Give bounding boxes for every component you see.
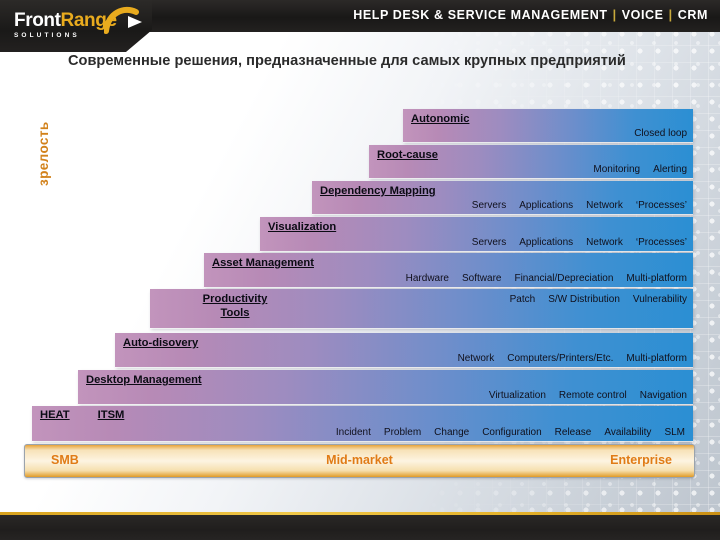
market-segment-band[interactable]: SMB Mid-market Enterprise — [24, 444, 695, 478]
bar-autonomic[interactable]: Autonomic Closed loop — [403, 109, 693, 142]
label-heat[interactable]: HEAT — [40, 409, 70, 421]
bar-title: Autonomic — [411, 113, 470, 125]
bar-items: Servers Applications Network ‘Processes’ — [471, 200, 687, 211]
bar-items: Servers Applications Network ‘Processes’ — [471, 237, 687, 248]
bar-left-labels: HEAT ITSM — [40, 409, 124, 421]
bar-title: Asset Management — [212, 257, 314, 269]
header-tagline-crm: CRM — [677, 8, 708, 22]
market-label-midmarket: Mid-market — [326, 453, 393, 467]
bar-root-cause[interactable]: Root-cause Monitoring Alerting — [369, 145, 693, 178]
bar-title: Root-cause — [377, 149, 438, 161]
bar-items: Monitoring Alerting — [593, 164, 687, 175]
axis-label-maturity: зрелость — [36, 121, 51, 186]
header-separator-1: | — [612, 8, 617, 22]
bar-title: Desktop Management — [86, 374, 202, 386]
bar-title: Auto-disovery — [123, 337, 199, 349]
footer-bar — [0, 515, 720, 540]
logo-wordmark: FrontRange — [14, 11, 117, 30]
bar-items: Closed loop — [634, 128, 687, 139]
logo-word-front: Front — [14, 10, 61, 31]
bar-auto-discovery[interactable]: Auto-disovery Network Computers/Printers/… — [115, 333, 693, 367]
bar-items: Hardware Software Financial/Depreciation Mu… — [405, 273, 687, 284]
bar-title: Dependency Mapping — [320, 185, 436, 197]
bar-title: Productivity Tools — [202, 293, 268, 319]
bar-dependency-mapping[interactable]: Dependency Mapping Servers Applications Ne… — [312, 181, 693, 214]
market-label-enterprise: Enterprise — [610, 453, 672, 467]
bar-desktop-management[interactable]: Desktop Management Virtualization Remote … — [78, 370, 693, 404]
frontrange-logo: FrontRange SOLUTIONS — [14, 11, 117, 39]
bar-visualization[interactable]: Visualization Servers Applications Network… — [260, 217, 693, 251]
bar-items: Network Computers/Printers/Etc. Multi-plat… — [457, 353, 687, 364]
bar-items: Patch S/W Distribution Vulnerability — [509, 294, 687, 305]
bar-items: Incident Problem Change Configuration Releas… — [335, 427, 685, 438]
logo-subtitle: SOLUTIONS — [14, 32, 80, 39]
bar-title: Visualization — [268, 221, 337, 233]
slide-canvas: HELP DESK & SERVICE MANAGEMENT | VOICE | CRM… — [0, 0, 720, 540]
page-title: Современные решения, предназначенные для… — [68, 53, 626, 69]
bar-productivity-tools[interactable]: Productivity Tools Patch S/W Distribution… — [150, 289, 693, 328]
bar-asset-management[interactable]: Asset Management Hardware Software Financi… — [204, 253, 693, 287]
bar-items: Virtualization Remote control Navigation — [488, 390, 687, 401]
arc-arrow-icon — [104, 6, 142, 34]
label-itsm[interactable]: ITSM — [98, 409, 125, 421]
header-tagline-helpdesk: HELP DESK & SERVICE MANAGEMENT — [353, 8, 608, 22]
header-separator-2: | — [668, 8, 673, 22]
header-tagline: HELP DESK & SERVICE MANAGEMENT | VOICE | CRM — [353, 8, 708, 22]
bar-itsm[interactable]: HEAT ITSM Incident Problem Change Configurat… — [32, 406, 693, 441]
header-tagline-voice: VOICE — [621, 8, 664, 22]
